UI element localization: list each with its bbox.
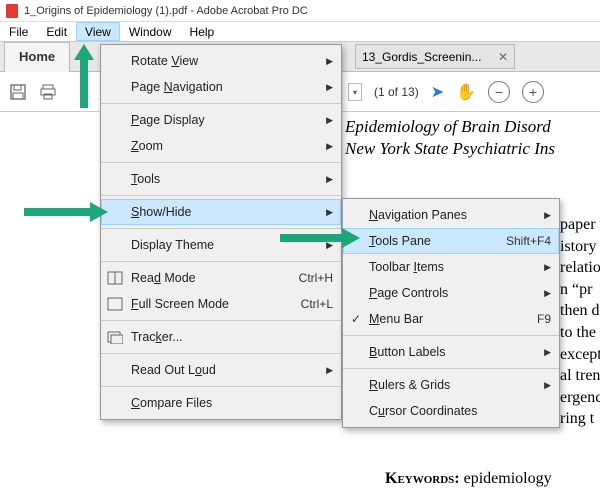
- heading-line-1: Epidemiology of Brain Disord: [345, 116, 555, 138]
- app-icon: [6, 4, 18, 18]
- document-tab-label: 13_Gordis_Screenin...: [362, 50, 481, 64]
- submenu-cursor-coordinates[interactable]: Cursor Coordinates: [343, 398, 559, 424]
- submenu-tools-pane[interactable]: Tools PaneShift+F4: [343, 228, 559, 254]
- keywords-label: Keywords:: [385, 470, 460, 487]
- hand-tool-icon[interactable]: ✋: [456, 82, 476, 102]
- keywords-line: Keywords: epidemiology: [385, 470, 552, 488]
- print-icon[interactable]: [38, 82, 58, 102]
- select-tool-icon[interactable]: ➤: [431, 82, 444, 102]
- menu-tracker[interactable]: Tracker...: [101, 324, 341, 350]
- menu-rotate-view[interactable]: Rotate View▶: [101, 48, 341, 74]
- show-hide-submenu: Navigation Panes▶ Tools PaneShift+F4 Too…: [342, 198, 560, 428]
- annotation-arrow-2: [24, 200, 108, 224]
- close-icon[interactable]: ✕: [498, 50, 508, 64]
- menu-bar: File Edit View Window Help: [0, 22, 600, 42]
- submenu-page-controls[interactable]: Page Controls▶: [343, 280, 559, 306]
- zoom-in-button[interactable]: +: [522, 81, 544, 103]
- submenu-button-labels[interactable]: Button Labels▶: [343, 339, 559, 365]
- submenu-toolbar-items[interactable]: Toolbar Items▶: [343, 254, 559, 280]
- home-tab[interactable]: Home: [4, 42, 70, 72]
- menu-read-out-loud[interactable]: Read Out Loud▶: [101, 357, 341, 383]
- document-heading: Epidemiology of Brain Disord New York St…: [345, 116, 555, 160]
- tracker-icon: [105, 328, 125, 346]
- menu-zoom[interactable]: Zoom▶: [101, 133, 341, 159]
- page-dropdown-icon[interactable]: ▾: [348, 83, 362, 101]
- full-screen-icon: [105, 295, 125, 313]
- document-body: paper v istory relatio n “pr then d to t…: [560, 214, 600, 430]
- menu-edit[interactable]: Edit: [37, 22, 76, 41]
- read-mode-icon: [105, 269, 125, 287]
- window-title: 1_Origins of Epidemiology (1).pdf - Adob…: [24, 5, 308, 17]
- submenu-rulers-grids[interactable]: Rulers & Grids▶: [343, 372, 559, 398]
- check-icon: ✓: [347, 310, 365, 328]
- page-info-row: ▾ (1 of 13) ➤ ✋ − +: [348, 74, 544, 110]
- menu-compare-files[interactable]: Compare Files: [101, 390, 341, 416]
- menu-full-screen[interactable]: Full Screen ModeCtrl+L: [101, 291, 341, 317]
- annotation-arrow-3: [280, 226, 360, 250]
- menu-view[interactable]: View: [76, 22, 120, 41]
- menu-show-hide[interactable]: Show/Hide▶: [101, 199, 341, 225]
- zoom-out-button[interactable]: −: [488, 81, 510, 103]
- menu-help[interactable]: Help: [181, 22, 224, 41]
- keywords-text: epidemiology: [464, 470, 552, 487]
- menu-tools[interactable]: Tools▶: [101, 166, 341, 192]
- menu-read-mode[interactable]: Read ModeCtrl+H: [101, 265, 341, 291]
- menu-page-navigation[interactable]: Page Navigation▶: [101, 74, 341, 100]
- title-bar: 1_Origins of Epidemiology (1).pdf - Adob…: [0, 0, 600, 22]
- menu-page-display[interactable]: Page Display▶: [101, 107, 341, 133]
- submenu-menu-bar[interactable]: ✓Menu BarF9: [343, 306, 559, 332]
- document-tab[interactable]: 13_Gordis_Screenin... ✕: [355, 44, 515, 69]
- submenu-navigation-panes[interactable]: Navigation Panes▶: [343, 202, 559, 228]
- save-icon[interactable]: [8, 82, 28, 102]
- annotation-arrow-1: [72, 44, 96, 108]
- menu-file[interactable]: File: [0, 22, 37, 41]
- menu-window[interactable]: Window: [120, 22, 181, 41]
- page-count: (1 of 13): [374, 85, 419, 99]
- heading-line-2: New York State Psychiatric Ins: [345, 138, 555, 160]
